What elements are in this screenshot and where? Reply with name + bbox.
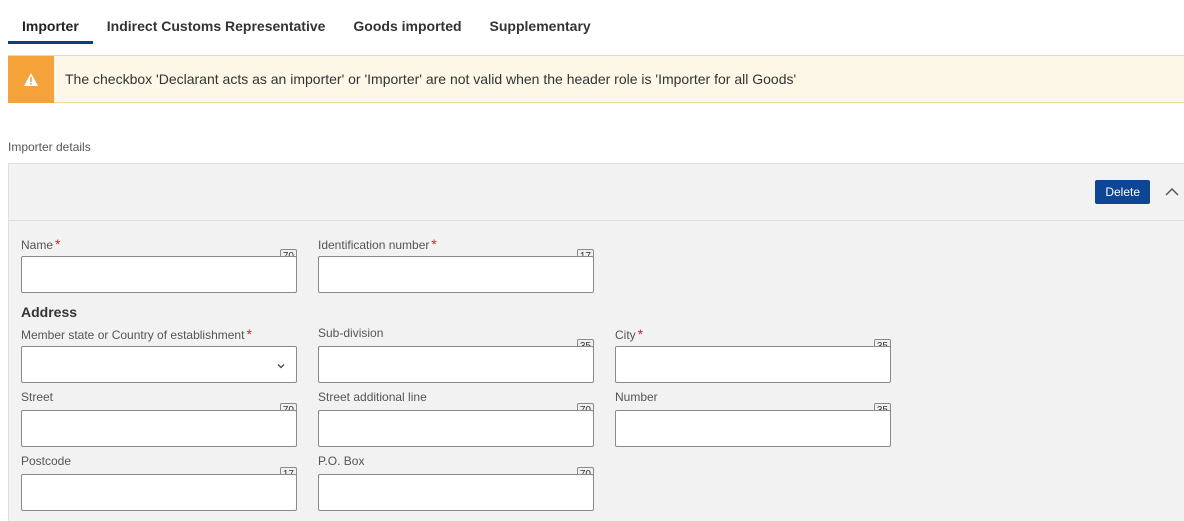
city-input[interactable] xyxy=(615,346,891,383)
po-box-label: P.O. Box xyxy=(318,454,594,468)
chevron-up-icon[interactable] xyxy=(1164,184,1180,200)
sub-division-label-text: Sub-division xyxy=(318,326,384,340)
name-label-text: Name xyxy=(21,238,54,252)
member-state-label: Member state or Country of establishment… xyxy=(21,326,297,342)
po-box-label-text: P.O. Box xyxy=(318,454,365,468)
po-box-input[interactable] xyxy=(318,474,594,511)
name-field-group: Name* 70 xyxy=(21,236,297,294)
member-state-label-text: Member state or Country of establishment xyxy=(21,328,245,342)
number-input[interactable] xyxy=(615,410,891,447)
street-additional-input[interactable] xyxy=(318,410,594,447)
number-label: Number xyxy=(615,390,891,404)
warning-message: The checkbox 'Declarant acts as an impor… xyxy=(65,71,797,87)
street-field-group: Street 70 xyxy=(21,390,297,448)
city-label-text: City xyxy=(615,328,636,342)
required-marker: * xyxy=(637,326,644,342)
name-input[interactable] xyxy=(21,256,297,293)
tab-supplementary[interactable]: Supplementary xyxy=(476,0,605,44)
street-additional-label: Street additional line xyxy=(318,390,594,404)
tab-bar: Importer Indirect Customs Representative… xyxy=(8,0,1184,44)
sub-division-label: Sub-division xyxy=(318,326,594,340)
street-label: Street xyxy=(21,390,297,404)
importer-details-panel: Delete Name* 70 Identification number* 1… xyxy=(8,163,1184,521)
name-label: Name * xyxy=(21,236,297,252)
postcode-field-group: Postcode 17 xyxy=(21,454,297,512)
postcode-label-text: Postcode xyxy=(21,454,72,468)
section-title: Importer details xyxy=(8,140,91,154)
number-field-group: Number 35 xyxy=(615,390,891,448)
tab-goods-imported[interactable]: Goods imported xyxy=(339,0,475,44)
delete-button[interactable]: Delete xyxy=(1095,180,1150,204)
required-marker: * xyxy=(431,236,437,252)
warning-banner: The checkbox 'Declarant acts as an impor… xyxy=(8,55,1184,103)
address-heading: Address xyxy=(21,304,78,320)
warning-triangle-icon xyxy=(8,55,54,103)
postcode-input[interactable] xyxy=(21,474,297,511)
tab-indirect-customs-representative[interactable]: Indirect Customs Representative xyxy=(93,0,340,44)
sub-division-input[interactable] xyxy=(318,346,594,383)
street-input[interactable] xyxy=(21,410,297,447)
street-additional-label-text: Street additional line xyxy=(318,390,427,404)
identification-number-label-text: Identification number xyxy=(318,238,430,252)
required-marker: * xyxy=(55,236,61,252)
tab-importer[interactable]: Importer xyxy=(8,0,93,44)
po-box-field-group: P.O. Box 70 xyxy=(318,454,594,512)
postcode-label: Postcode xyxy=(21,454,297,468)
identification-number-label: Identification number * xyxy=(318,236,594,252)
city-field-group: City* 35 xyxy=(615,326,891,384)
street-label-text: Street xyxy=(21,390,54,404)
chevron-down-icon xyxy=(277,364,285,369)
city-label: City * xyxy=(615,326,891,342)
required-marker: * xyxy=(246,326,252,342)
panel-header: Delete xyxy=(9,164,1184,221)
street-additional-field-group: Street additional line 70 xyxy=(318,390,594,448)
number-label-text: Number xyxy=(615,390,658,404)
identification-number-input[interactable] xyxy=(318,256,594,293)
member-state-field-group: Member state or Country of establishment… xyxy=(21,326,297,384)
member-state-select[interactable] xyxy=(21,346,297,383)
identification-number-field-group: Identification number* 17 xyxy=(318,236,594,294)
sub-division-field-group: Sub-division 35 xyxy=(318,326,594,384)
